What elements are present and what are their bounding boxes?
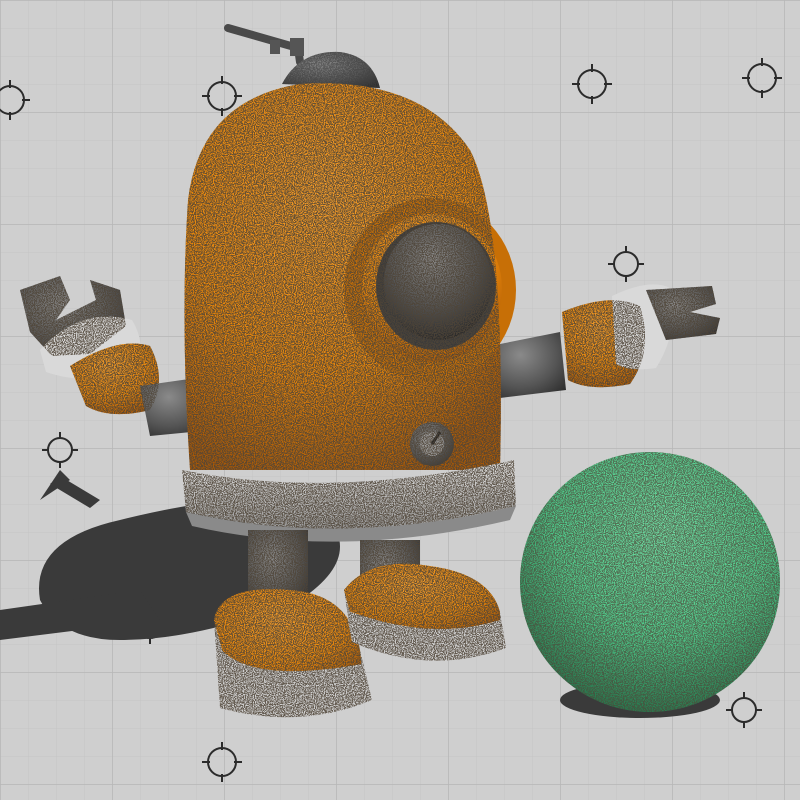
green-sphere [520, 452, 780, 712]
render-viewport [0, 0, 800, 800]
